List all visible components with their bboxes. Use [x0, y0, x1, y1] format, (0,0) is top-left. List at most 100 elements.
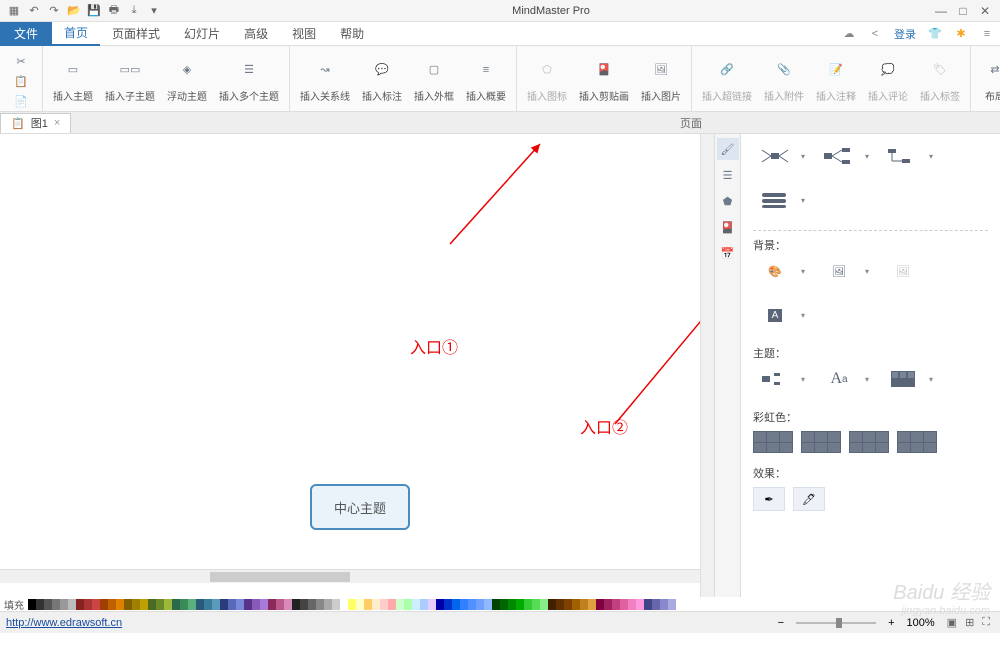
- color-swatch[interactable]: [60, 599, 68, 610]
- rainbow-option-1[interactable]: [753, 431, 793, 453]
- note-button[interactable]: 📝插入注释: [810, 48, 862, 110]
- color-swatch[interactable]: [500, 599, 508, 610]
- color-swatch[interactable]: [596, 599, 604, 610]
- color-swatch[interactable]: [44, 599, 52, 610]
- color-swatch[interactable]: [76, 599, 84, 610]
- color-swatch[interactable]: [180, 599, 188, 610]
- color-swatch[interactable]: [660, 599, 668, 610]
- document-tab[interactable]: 📋 图1 ×: [0, 113, 71, 133]
- color-swatch[interactable]: [452, 599, 460, 610]
- app-icon[interactable]: ✱: [952, 25, 970, 43]
- effect-sketch-button[interactable]: ✒: [753, 487, 785, 511]
- bg-watermark-button[interactable]: A▾: [753, 303, 797, 327]
- tab-view[interactable]: 视图: [280, 22, 328, 46]
- floating-topic-button[interactable]: ◈浮动主题: [161, 48, 213, 110]
- settings-icon[interactable]: 👕: [926, 25, 944, 43]
- color-swatch[interactable]: [212, 599, 220, 610]
- hyperlink-button[interactable]: 🔗插入超链接: [696, 48, 758, 110]
- tool-task[interactable]: 📅: [717, 242, 739, 264]
- vertical-scrollbar[interactable]: [700, 134, 714, 597]
- multi-topic-button[interactable]: ☰插入多个主题: [213, 48, 285, 110]
- fit-width-icon[interactable]: ⊞: [961, 616, 978, 629]
- fullscreen-icon[interactable]: ⛶: [978, 616, 994, 629]
- color-swatch[interactable]: [404, 599, 412, 610]
- color-swatch[interactable]: [636, 599, 644, 610]
- theme-font-button[interactable]: Aa▾: [817, 367, 861, 391]
- horizontal-scrollbar[interactable]: [0, 569, 700, 583]
- color-swatch[interactable]: [604, 599, 612, 610]
- color-swatch[interactable]: [108, 599, 116, 610]
- qat-print-icon[interactable]: 🖶: [106, 3, 122, 19]
- cloud-icon[interactable]: ☁: [840, 25, 858, 43]
- color-swatch[interactable]: [444, 599, 452, 610]
- color-swatch[interactable]: [100, 599, 108, 610]
- insert-image-button[interactable]: 🖼插入图片: [635, 48, 687, 110]
- tab-slideshow[interactable]: 幻灯片: [172, 22, 232, 46]
- color-swatch[interactable]: [468, 599, 476, 610]
- color-swatch[interactable]: [356, 599, 364, 610]
- tool-outline[interactable]: ☰: [717, 164, 739, 186]
- color-swatch[interactable]: [196, 599, 204, 610]
- theme-style-button[interactable]: ▾: [753, 367, 797, 391]
- theme-color-button[interactable]: ▾: [881, 367, 925, 391]
- rainbow-option-2[interactable]: [801, 431, 841, 453]
- color-swatch[interactable]: [140, 599, 148, 610]
- copy-button[interactable]: 📋: [6, 72, 36, 90]
- bg-color-button[interactable]: 🎨▾: [753, 259, 797, 283]
- color-swatch[interactable]: [308, 599, 316, 610]
- color-swatch[interactable]: [476, 599, 484, 610]
- cut-button[interactable]: ✂: [6, 52, 36, 70]
- color-swatch[interactable]: [204, 599, 212, 610]
- zoom-out-button[interactable]: −: [774, 617, 788, 629]
- color-swatch[interactable]: [380, 599, 388, 610]
- attachment-button[interactable]: 📎插入附件: [758, 48, 810, 110]
- login-link[interactable]: 登录: [894, 26, 916, 42]
- color-swatch[interactable]: [556, 599, 564, 610]
- color-swatch[interactable]: [300, 599, 308, 610]
- layout-button[interactable]: ⇄布局: [975, 48, 1000, 110]
- color-swatch[interactable]: [164, 599, 172, 610]
- qat-layout-icon[interactable]: ▦: [6, 3, 22, 19]
- color-swatch[interactable]: [372, 599, 380, 610]
- color-swatch[interactable]: [220, 599, 228, 610]
- color-swatch[interactable]: [564, 599, 572, 610]
- canvas[interactable]: 中心主题 入口① 入口②: [0, 134, 700, 597]
- color-swatch[interactable]: [364, 599, 372, 610]
- color-swatch[interactable]: [628, 599, 636, 610]
- color-swatch[interactable]: [324, 599, 332, 610]
- color-swatch[interactable]: [244, 599, 252, 610]
- color-swatch[interactable]: [340, 599, 348, 610]
- comment-button[interactable]: 💭插入评论: [862, 48, 914, 110]
- status-url-link[interactable]: http://www.edrawsoft.cn: [6, 617, 122, 629]
- minimize-button[interactable]: —: [934, 4, 948, 18]
- color-swatch[interactable]: [348, 599, 356, 610]
- bg-image-button[interactable]: 🖼▾: [817, 259, 861, 283]
- color-swatch[interactable]: [268, 599, 276, 610]
- qat-open-icon[interactable]: 📂: [66, 3, 82, 19]
- layout-right-icon[interactable]: ▾: [817, 144, 861, 168]
- color-swatch[interactable]: [156, 599, 164, 610]
- color-swatch[interactable]: [260, 599, 268, 610]
- color-swatch[interactable]: [572, 599, 580, 610]
- color-swatch[interactable]: [620, 599, 628, 610]
- layout-tree-icon[interactable]: ▾: [881, 144, 925, 168]
- color-swatch[interactable]: [28, 599, 36, 610]
- color-swatch[interactable]: [332, 599, 340, 610]
- tab-advanced[interactable]: 高级: [232, 22, 280, 46]
- color-swatch[interactable]: [436, 599, 444, 610]
- color-swatch[interactable]: [540, 599, 548, 610]
- color-swatch[interactable]: [612, 599, 620, 610]
- color-swatch[interactable]: [668, 599, 676, 610]
- insert-subtopic-button[interactable]: ▭▭插入子主题: [99, 48, 161, 110]
- rainbow-option-4[interactable]: [897, 431, 937, 453]
- effect-shadow-button[interactable]: 🖊: [793, 487, 825, 511]
- insert-topic-button[interactable]: ▭插入主题: [47, 48, 99, 110]
- color-swatch[interactable]: [92, 599, 100, 610]
- close-button[interactable]: ✕: [978, 4, 992, 18]
- color-swatch[interactable]: [644, 599, 652, 610]
- color-swatch[interactable]: [316, 599, 324, 610]
- doc-tab-close[interactable]: ×: [54, 117, 60, 129]
- maximize-button[interactable]: □: [956, 4, 970, 18]
- file-menu[interactable]: 文件: [0, 22, 52, 46]
- bg-remove-button[interactable]: 🖼: [881, 259, 925, 283]
